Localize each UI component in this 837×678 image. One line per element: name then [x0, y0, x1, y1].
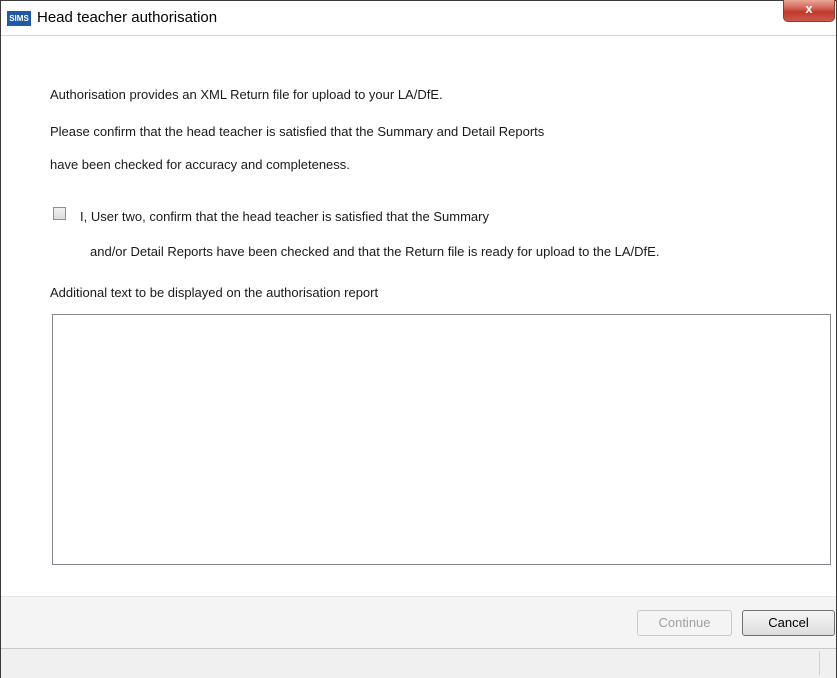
additional-text-input[interactable] [52, 314, 831, 565]
status-bar [1, 648, 836, 678]
checkbox-label-line1: I, User two, confirm that the head teach… [80, 209, 489, 224]
cancel-button[interactable]: Cancel [742, 610, 835, 636]
confirm-text-line1: Please confirm that the head teacher is … [50, 124, 545, 139]
intro-text: Authorisation provides an XML Return fil… [50, 87, 443, 102]
window-title: Head teacher authorisation [37, 9, 218, 26]
additional-text-label: Additional text to be displayed on the a… [50, 285, 379, 300]
resize-grip[interactable] [819, 651, 820, 675]
checkbox-label-line2: and/or Detail Reports have been checked … [90, 244, 660, 259]
title-bar[interactable]: SIMS Head teacher authorisation x [1, 0, 836, 36]
continue-button[interactable]: Continue [637, 610, 732, 636]
close-icon: x [805, 1, 813, 16]
confirm-text-line2: have been checked for accuracy and compl… [50, 157, 350, 172]
confirm-checkbox[interactable] [53, 207, 66, 220]
sims-app-icon: SIMS [7, 11, 31, 26]
dialog-window: SIMS Head teacher authorisation x Author… [0, 0, 837, 678]
close-button[interactable]: x [783, 0, 835, 22]
